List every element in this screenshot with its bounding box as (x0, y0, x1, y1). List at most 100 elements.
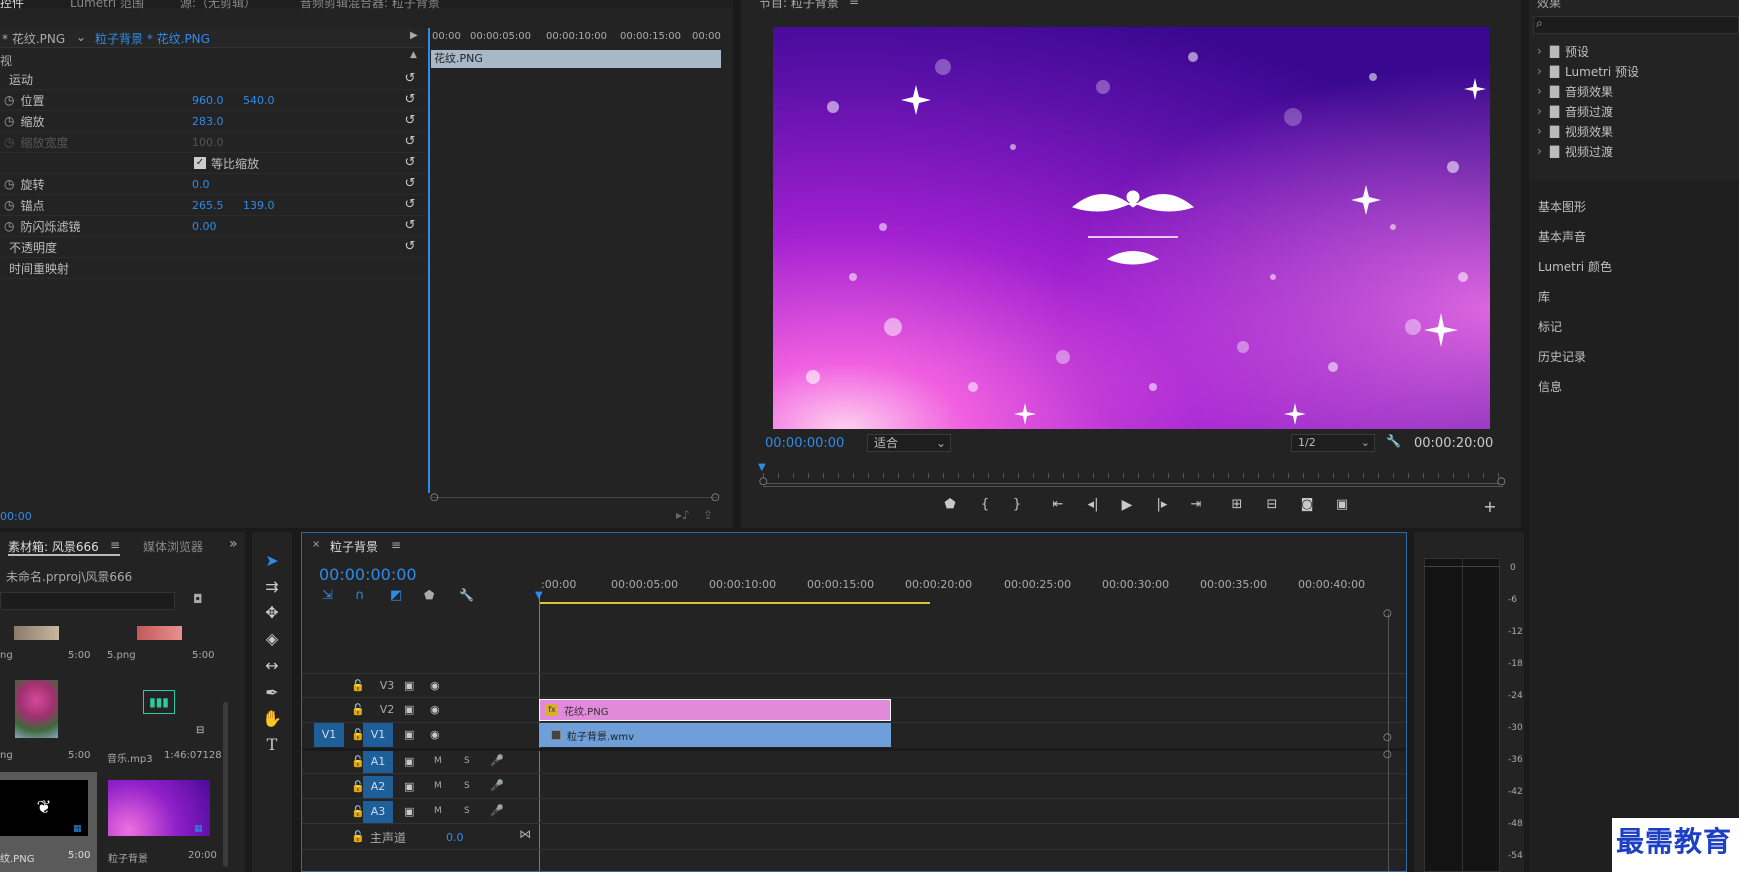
position-y-value[interactable]: 540.0 (243, 94, 275, 107)
solo-button[interactable]: S (464, 781, 470, 791)
eye-icon[interactable]: ◉ (430, 703, 440, 716)
work-area-bar[interactable] (540, 602, 930, 604)
menu-icon[interactable]: ≡ (849, 0, 859, 8)
uniform-scale-row[interactable]: ✓ 等比缩放 (0, 153, 425, 174)
tab-lumetri-scopes[interactable]: Lumetri 范围 (70, 0, 144, 11)
master-volume-value[interactable]: 0.0 (446, 831, 464, 844)
comparison-icon[interactable]: ▣ (1331, 497, 1353, 512)
lock-icon[interactable]: 🔓 (351, 679, 365, 692)
sequence-clip-label[interactable]: 粒子背景 * 花纹.PNG (95, 30, 210, 47)
track-label-a1[interactable]: A1 (363, 751, 393, 773)
reset-icon[interactable]: ↺ (403, 93, 417, 107)
rotation-row[interactable]: ◷ 旋转 0.0 (0, 174, 425, 195)
stopwatch-icon[interactable]: ◷ (4, 198, 14, 212)
scroll-handle-icon[interactable]: ○ (1383, 732, 1392, 743)
timeline-timecode[interactable]: 00:00:00:00 (319, 565, 417, 584)
position-x-value[interactable]: 960.0 (192, 94, 224, 107)
thumb-flowers[interactable] (15, 680, 58, 738)
eye-icon[interactable]: ◉ (430, 728, 440, 741)
effects-item-lumetri-presets[interactable]: › ▇ Lumetri 预设 (1529, 61, 1639, 81)
camera-icon[interactable]: ◙ (1296, 497, 1318, 512)
track-label-a3[interactable]: A3 (363, 801, 393, 823)
track-label-a2[interactable]: A2 (363, 776, 393, 798)
program-timecode[interactable]: 00:00:00:00 (765, 436, 844, 451)
zoom-handle-icon[interactable]: ○ (759, 476, 768, 487)
extract-icon[interactable]: ⊟ (1261, 497, 1283, 512)
step-forward-icon[interactable]: |▸ (1151, 497, 1173, 512)
clip-v2-flower[interactable]: fx 花纹.PNG (539, 699, 891, 721)
panel-essential-sound[interactable]: 基本声音 (1538, 228, 1586, 245)
program-video-frame[interactable] (773, 27, 1490, 429)
sync-lock-icon[interactable]: ▣ (404, 805, 414, 818)
reset-icon[interactable]: ↺ (403, 219, 417, 233)
time-remap-row[interactable]: 时间重映射 (0, 258, 425, 279)
tab-source[interactable]: 源:（无剪辑） (180, 0, 256, 11)
play-only-icon[interactable]: ▶ (410, 30, 418, 41)
panel-info[interactable]: 信息 (1538, 378, 1562, 395)
source-patch-v1[interactable]: V1 (314, 723, 344, 747)
mic-icon[interactable]: 🎤 (490, 779, 504, 792)
motion-row[interactable]: 运动 (0, 69, 425, 90)
reset-icon[interactable]: ↺ (403, 72, 417, 86)
thumb-image-1[interactable] (14, 626, 59, 640)
scroll-handle-icon[interactable]: ○ (1383, 749, 1392, 760)
tab-effect-controls[interactable]: 控件 (0, 0, 24, 11)
tab-audio-mixer[interactable]: 音频剪辑混合器: 粒子背景 (300, 0, 440, 11)
track-label-v2[interactable]: V2 (375, 703, 399, 716)
panel-lumetri-color[interactable]: Lumetri 颜色 (1538, 258, 1612, 275)
uniform-scale-checkbox[interactable]: ✓ (194, 157, 206, 169)
sync-lock-icon[interactable]: ▣ (404, 755, 414, 768)
mark-out-icon[interactable]: } (1006, 497, 1028, 512)
audio-only-icon[interactable]: ▸♪ (676, 508, 690, 522)
thumb-image-2[interactable] (137, 626, 182, 640)
track-label-v3[interactable]: V3 (375, 679, 399, 692)
opacity-row[interactable]: 不透明度 (0, 237, 425, 258)
sync-lock-icon[interactable]: ▣ (404, 780, 414, 793)
panel-libraries[interactable]: 库 (1538, 288, 1550, 305)
effects-item-audio-effects[interactable]: › ▇ 音频效果 (1529, 81, 1613, 101)
add-marker-icon[interactable]: ⬟ (424, 588, 434, 602)
stopwatch-icon[interactable]: ◷ (4, 177, 14, 191)
playhead-icon[interactable]: ▼ (758, 462, 766, 473)
eye-icon[interactable]: ◉ (430, 679, 440, 692)
razor-tool-icon[interactable]: ◈ (260, 629, 284, 648)
timeline-ruler[interactable]: :00:00 00:00:05:00 00:00:10:00 00:00:15:… (539, 571, 1399, 599)
export-icon[interactable]: ⇪ (703, 508, 713, 522)
stopwatch-icon[interactable]: ◷ (4, 93, 14, 107)
solo-button[interactable]: S (464, 756, 470, 766)
add-button-icon[interactable]: + (1479, 497, 1501, 516)
program-scrubber[interactable] (763, 473, 1503, 487)
resolution-select[interactable]: 1/2 ⌄ (1291, 434, 1375, 452)
effects-item-video-effects[interactable]: › ▇ 视频效果 (1529, 121, 1613, 141)
selection-tool-icon[interactable]: ➤ (260, 551, 284, 570)
scale-value[interactable]: 283.0 (192, 115, 224, 128)
stopwatch-icon[interactable]: ◷ (4, 114, 14, 128)
scroll-handle-icon[interactable]: ○ (711, 492, 720, 503)
effects-search-input[interactable] (1533, 16, 1739, 34)
track-label-v1[interactable]: V1 (363, 723, 393, 747)
new-bin-icon[interactable]: ◘ (193, 592, 203, 606)
nest-icon[interactable]: ⇲ (322, 588, 333, 603)
snap-icon[interactable]: ∩ (355, 588, 365, 603)
expand-icon[interactable]: » (229, 536, 238, 552)
effects-item-video-transitions[interactable]: › ▇ 视频过渡 (1529, 141, 1613, 161)
ec-scrollbar[interactable] (432, 497, 717, 503)
slip-tool-icon[interactable]: ↔ (260, 656, 284, 675)
mute-button[interactable]: M (434, 806, 442, 816)
lift-icon[interactable]: ⊞ (1226, 497, 1248, 512)
effects-item-presets[interactable]: › ▇ 预设 (1529, 41, 1589, 61)
clip-v1-particle[interactable]: 粒子背景.wmv (539, 723, 891, 747)
reset-icon[interactable]: ↺ (403, 114, 417, 128)
chevron-down-icon[interactable]: ⌄ (76, 30, 86, 44)
position-row[interactable]: ◷ 位置 960.0 540.0 (0, 90, 425, 111)
mic-icon[interactable]: 🎤 (490, 804, 504, 817)
bin-scrollbar[interactable] (223, 702, 228, 867)
anchor-y-value[interactable]: 139.0 (243, 199, 275, 212)
hand-tool-icon[interactable]: ✋ (260, 709, 284, 728)
anchor-row[interactable]: ◷ 锚点 265.5 139.0 (0, 195, 425, 216)
ec-timecode[interactable]: 00:00 (0, 510, 32, 523)
track-select-tool-icon[interactable]: ⇉ (260, 577, 284, 596)
close-icon[interactable]: × (312, 539, 320, 550)
playhead-icon[interactable]: ▼ (535, 590, 543, 601)
panel-history[interactable]: 历史记录 (1538, 348, 1586, 365)
